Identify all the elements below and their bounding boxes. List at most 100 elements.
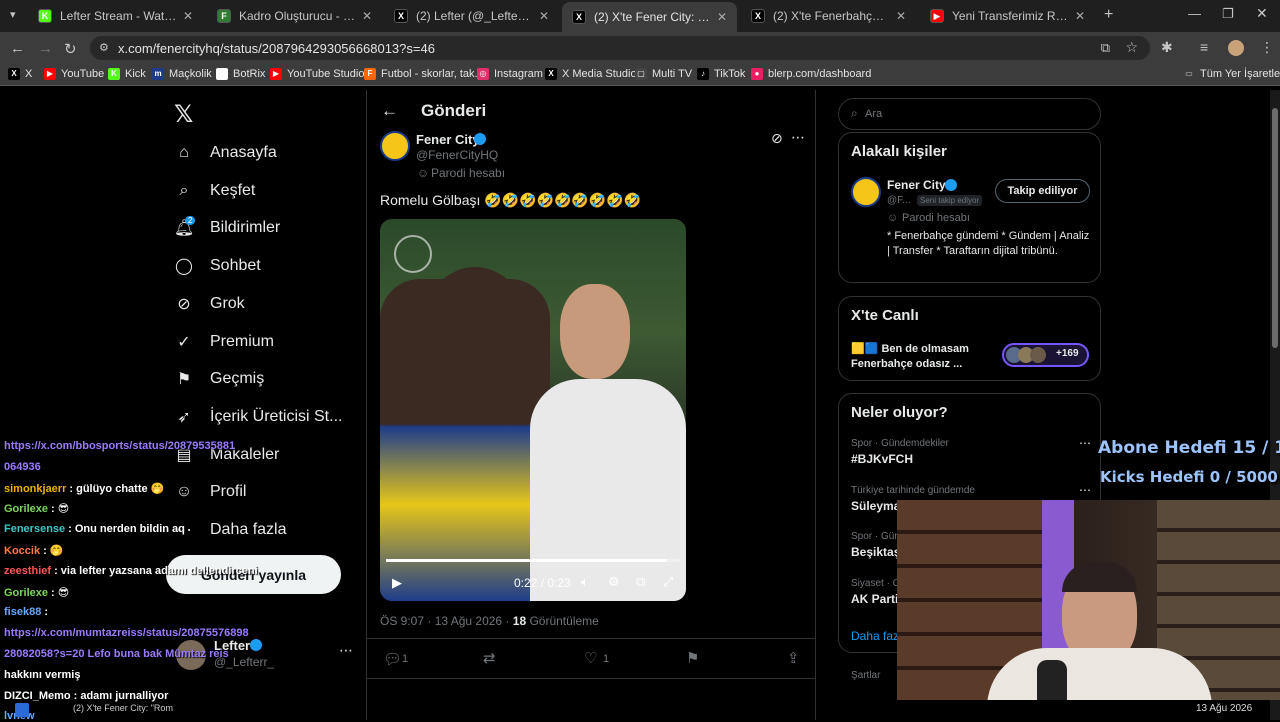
settings-gear-icon[interactable]: ⚙ <box>608 574 620 590</box>
share-icon[interactable]: ⇪ <box>787 649 800 667</box>
bookmark-item[interactable]: K Kick <box>108 68 146 80</box>
repost-icon[interactable]: ⇄ <box>483 649 496 667</box>
all-bookmarks-folder[interactable]: ▭ Tüm Yer İşaretleri <box>1183 68 1280 80</box>
post-more-icon[interactable]: ⋯ <box>791 129 805 146</box>
bookmark-item[interactable]: ▶ YouTube Studio <box>270 68 364 80</box>
minimize-button[interactable]: — <box>1188 6 1201 21</box>
browser-tab[interactable]: X (2) X'te Fenerbahçe SK: "Teşekk ✕ <box>741 4 916 28</box>
tab-close-icon[interactable]: ✕ <box>717 10 727 24</box>
divider <box>367 638 815 639</box>
tab-title: Yeni Transferimiz Romelu Lukak <box>952 9 1069 23</box>
browser-tab[interactable]: F Kadro Oluşturucu - Formasyonl ✕ <box>207 4 382 28</box>
tab-title: (2) X'te Fenerbahçe SK: "Teşekk <box>773 9 890 23</box>
nav-item-bell[interactable]: 🔔︎ 2 Bildirimler <box>174 214 280 242</box>
fullscreen-icon[interactable]: ⤢ <box>663 574 673 590</box>
tab-close-icon[interactable]: ✕ <box>183 9 193 23</box>
site-info-icon[interactable]: ⚙ <box>99 41 109 54</box>
nav-item-chat[interactable]: ◯ Sohbet <box>174 252 261 280</box>
author-handle[interactable]: @FenerCityHQ <box>416 148 498 162</box>
chat-text: hakkını vermiş <box>4 668 81 681</box>
bookmark-item[interactable]: m Maçkolik <box>152 68 212 80</box>
bookmark-item[interactable]: XX <box>8 68 32 80</box>
bookmark-item[interactable]: ◎ Instagram <box>477 68 543 80</box>
nav-item-rocket[interactable]: ➶ İçerik Üreticisi St... <box>174 403 342 431</box>
chat-message: Gorilexe: 😎 <box>4 586 69 599</box>
extensions-icon[interactable]: ✱ <box>1161 39 1173 56</box>
trend-more-icon[interactable]: ⋯ <box>1079 436 1091 450</box>
bookmark-favicon-icon: X <box>8 68 20 80</box>
scrollbar-thumb[interactable] <box>1272 108 1278 348</box>
related-avatar[interactable] <box>851 177 881 207</box>
nav-item-grok[interactable]: ⊘ Grok <box>174 290 244 318</box>
volume-icon[interactable]: 🔈︎ <box>581 574 589 590</box>
bookmark-item[interactable]: ▢ Multi TV <box>635 68 692 80</box>
close-window-button[interactable]: ✕ <box>1256 5 1268 22</box>
browser-tab[interactable]: ▶ Yeni Transferimiz Romelu Lukak ✕ <box>920 4 1095 28</box>
search-box[interactable]: ⌕ Ara <box>838 98 1101 130</box>
profile-avatar[interactable] <box>1228 40 1244 56</box>
parody-mask-icon: ☺ <box>887 212 899 224</box>
media-control-icon[interactable]: ≡ <box>1200 39 1208 55</box>
tab-close-icon[interactable]: ✕ <box>362 9 372 23</box>
tab-close-icon[interactable]: ✕ <box>896 9 906 23</box>
browser-menu-icon[interactable]: ⋮ <box>1260 39 1274 56</box>
back-icon[interactable]: ← <box>10 40 25 57</box>
bookmark-item[interactable]: F Futbol - skorlar, tak... <box>364 68 484 80</box>
x-logo-icon[interactable]: 𝕏 <box>174 100 193 129</box>
chat-text: : 😎 <box>51 503 70 516</box>
video-progress-track[interactable] <box>386 559 680 562</box>
tab-close-icon[interactable]: ✕ <box>539 9 549 23</box>
nav-item-home[interactable]: ⌂ Anasayfa <box>174 139 277 167</box>
related-title: Alakalı kişiler <box>851 143 947 160</box>
reply-icon[interactable]: 💬︎ <box>383 650 402 668</box>
bookmark-star-icon[interactable]: ☆ <box>1125 39 1138 56</box>
post-timestamp[interactable]: ÖS 9:07 · 13 Ağu 2026 · <box>380 614 513 628</box>
chat-message: simonkjaerr: gülüyo chatte 🤭 <box>4 482 164 495</box>
trend-item[interactable]: Spor · Gündemdekiler #BJKvFCH ⋯ <box>851 436 1091 466</box>
live-space-title[interactable]: 🟨🟦 Ben de olmasam Fenerbahçe odasız ... <box>851 342 996 372</box>
browser-tab[interactable]: X (2) Lefter (@_Lefterr_) / X ✕ <box>384 4 559 28</box>
tab-search-chevron-icon[interactable]: ▾ <box>10 8 16 21</box>
account-more-icon[interactable]: ⋯ <box>339 642 353 659</box>
nav-item-label: Keşfet <box>210 181 256 199</box>
live-listeners-pill[interactable]: +169 <box>1002 343 1089 367</box>
chat-username: Koccik <box>4 545 41 557</box>
new-tab-button[interactable]: + <box>1104 6 1113 24</box>
bookmark-item[interactable]: ♪ TikTok <box>697 68 745 80</box>
bookmark-icon[interactable]: ⚑ <box>686 649 699 667</box>
forward-icon[interactable]: → <box>38 40 53 57</box>
restore-button[interactable]: ❐ <box>1222 6 1234 22</box>
bookmark-icon: ⚑ <box>176 371 192 389</box>
bookmark-item[interactable]: X X Media Studio <box>545 68 637 80</box>
tab-close-icon[interactable]: ✕ <box>1075 9 1085 23</box>
cast-icon[interactable]: ⧉ <box>1101 40 1110 56</box>
windows-start-icon[interactable] <box>15 703 29 717</box>
nav-item-premium[interactable]: ✓ Premium <box>174 328 274 356</box>
search-icon: ⌕ <box>179 181 189 199</box>
pip-icon[interactable]: ⧉ <box>636 574 645 590</box>
video-player[interactable]: ▶ 0:22 / 0:23 🔈︎ ⚙ ⧉ ⤢ <box>380 219 686 601</box>
back-arrow-icon[interactable]: ← <box>381 101 398 121</box>
like-icon[interactable]: ♡ <box>584 649 597 667</box>
trend-more-icon[interactable]: ⋯ <box>1079 483 1091 497</box>
following-button[interactable]: Takip ediliyor <box>995 179 1090 203</box>
bookmark-item[interactable]: ● blerp.com/dashboard <box>751 68 871 80</box>
related-name[interactable]: Fener City <box>887 178 946 192</box>
author-avatar[interactable] <box>380 131 410 161</box>
bookmark-item[interactable]: ▶ YouTube <box>44 68 104 80</box>
nav-item-bookmark[interactable]: ⚑ Geçmiş <box>174 365 264 393</box>
browser-tab[interactable]: X (2) X'te Fener City: "Romelu Göl ✕ <box>562 2 737 32</box>
live-title: X'te Canlı <box>851 307 919 324</box>
taskbar-window-title[interactable]: (2) X'te Fener City: "Rom <box>73 703 173 713</box>
url-omnibox[interactable]: ⚙ x.com/fenercityhq/status/2087964293056… <box>90 36 1150 60</box>
show-more-link[interactable]: Daha faz <box>851 629 899 643</box>
nav-item-search[interactable]: ⌕ Keşfet <box>174 177 256 205</box>
author-name[interactable]: Fener City <box>416 132 480 147</box>
browser-tab[interactable]: K Lefter Stream - Watch Live on K ✕ <box>28 4 203 28</box>
grok-explain-icon[interactable]: ⊘ <box>771 130 783 147</box>
bookmark-item[interactable]: ◆ BotRix <box>216 68 265 80</box>
footer-terms-link[interactable]: Şartlar <box>851 670 880 681</box>
play-icon[interactable]: ▶ <box>392 575 402 591</box>
reload-icon[interactable]: ↻ <box>64 40 77 58</box>
trend-meta: Spor · Gündemdekiler <box>851 438 949 449</box>
